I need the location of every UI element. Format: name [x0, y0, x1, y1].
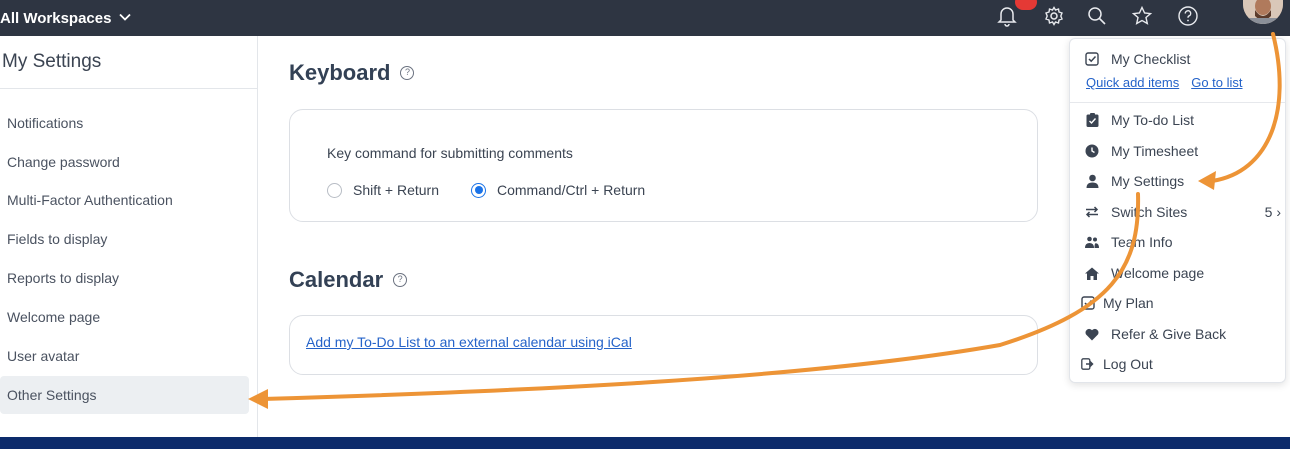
sidebar-item-label: Multi-Factor Authentication [7, 192, 173, 208]
sidebar-item-label: Change password [7, 154, 120, 170]
radio-label: Command/Ctrl + Return [497, 182, 646, 198]
radio-button-selected[interactable] [471, 182, 486, 198]
sidebar-title: My Settings [2, 51, 102, 72]
help-icon[interactable]: ? [393, 273, 408, 287]
switch-sites-count: 5 › [1264, 204, 1281, 220]
menu-item-label: My Plan [1103, 295, 1154, 311]
calendar-card: Add my To-Do List to an external calenda… [289, 315, 1038, 375]
bell-icon[interactable] [996, 2, 1018, 30]
section-title-text: Calendar [289, 267, 384, 292]
sidebar-item-other-settings[interactable]: Other Settings [0, 376, 249, 414]
menu-item-label: Switch Sites [1111, 204, 1188, 220]
star-icon[interactable] [1130, 2, 1154, 30]
menu-item-switch-sites[interactable]: Switch Sites 5 › [1085, 201, 1285, 223]
workspace-switcher[interactable]: All Workspaces [0, 0, 132, 36]
menu-item-label: Refer & Give Back [1111, 326, 1227, 342]
home-icon [1085, 266, 1099, 280]
avatar[interactable] [1243, 0, 1283, 24]
sidebar-item-notifications[interactable]: Notifications [0, 104, 249, 142]
logout-icon [1081, 357, 1095, 371]
keyboard-card: Key command for submitting comments Shif… [289, 109, 1038, 222]
help-icon[interactable] [1176, 2, 1200, 30]
user-dropdown-menu: My Checklist Quick add items Go to list M… [1069, 38, 1286, 383]
team-icon [1085, 235, 1099, 249]
menu-item-log-out[interactable]: Log Out [1081, 353, 1275, 375]
radio-option-shift-return[interactable]: Shift + Return [327, 182, 439, 198]
top-navigation-bar: All Workspaces [0, 0, 1290, 36]
sidebar-item-label: User avatar [7, 348, 80, 364]
help-icon[interactable]: ? [400, 66, 415, 80]
sidebar-item-label: Fields to display [7, 231, 108, 247]
heart-icon [1085, 327, 1099, 341]
radio-label: Shift + Return [353, 182, 439, 198]
footer-band [0, 437, 1290, 449]
section-title-text: Keyboard [289, 60, 391, 85]
menu-item-label: My Checklist [1111, 51, 1191, 67]
checklist-links: Quick add items Go to list [1086, 75, 1255, 90]
sidebar-item-label: Reports to display [7, 270, 120, 286]
clipboard-icon [1085, 113, 1099, 127]
menu-item-label: Log Out [1103, 356, 1153, 372]
menu-item-label: My To-do List [1111, 112, 1194, 128]
menu-item-my-plan[interactable]: My Plan [1081, 292, 1275, 314]
sidebar-item-reports-to-display[interactable]: Reports to display [0, 259, 249, 297]
search-icon[interactable] [1086, 2, 1108, 30]
menu-item-team-info[interactable]: Team Info [1085, 231, 1275, 253]
go-to-list-link[interactable]: Go to list [1191, 75, 1242, 90]
check-square-icon [1081, 296, 1095, 310]
radio-button[interactable] [327, 182, 342, 198]
menu-item-my-timesheet[interactable]: My Timesheet [1085, 140, 1275, 162]
workspace-label: All Workspaces [0, 9, 112, 27]
sidebar-item-label: Other Settings [7, 387, 97, 403]
sidebar-item-user-avatar[interactable]: User avatar [0, 337, 249, 375]
radio-option-command-return[interactable]: Command/Ctrl + Return [471, 182, 645, 198]
clock-icon [1085, 144, 1099, 158]
calendar-section-title: Calendar ? [289, 267, 408, 293]
sidebar-divider [0, 88, 257, 89]
gear-icon[interactable] [1042, 2, 1066, 30]
menu-item-refer-give-back[interactable]: Refer & Give Back [1085, 323, 1275, 345]
key-command-label: Key command for submitting comments [327, 145, 573, 161]
menu-item-label: Team Info [1111, 234, 1173, 250]
sidebar-item-label: Notifications [7, 115, 84, 131]
sidebar-item-multi-factor-authentication[interactable]: Multi-Factor Authentication [0, 181, 249, 219]
menu-divider [1070, 102, 1285, 103]
chevron-down-icon [119, 12, 132, 24]
ical-link[interactable]: Add my To-Do List to an external calenda… [306, 334, 632, 350]
menu-item-my-checklist[interactable]: My Checklist [1085, 48, 1275, 70]
sidebar-item-welcome-page[interactable]: Welcome page [0, 298, 249, 336]
menu-item-welcome-page[interactable]: Welcome page [1085, 262, 1275, 284]
menu-item-my-to-do-list[interactable]: My To-do List [1085, 109, 1275, 131]
menu-item-my-settings[interactable]: My Settings [1085, 170, 1275, 192]
checklist-icon [1085, 52, 1099, 66]
sidebar-item-label: Welcome page [7, 309, 101, 325]
sidebar-item-fields-to-display[interactable]: Fields to display [0, 220, 249, 258]
keyboard-section-title: Keyboard ? [289, 60, 415, 86]
menu-item-label: My Settings [1111, 173, 1185, 189]
user-icon [1085, 174, 1099, 188]
quick-add-items-link[interactable]: Quick add items [1086, 75, 1179, 90]
menu-item-label: My Timesheet [1111, 143, 1199, 159]
settings-sidebar: My Settings Notifications Change passwor… [0, 36, 258, 437]
sidebar-item-change-password[interactable]: Change password [0, 143, 249, 181]
menu-item-label: Welcome page [1111, 265, 1205, 281]
switch-icon [1085, 205, 1099, 219]
notification-badge[interactable] [1015, 0, 1037, 10]
